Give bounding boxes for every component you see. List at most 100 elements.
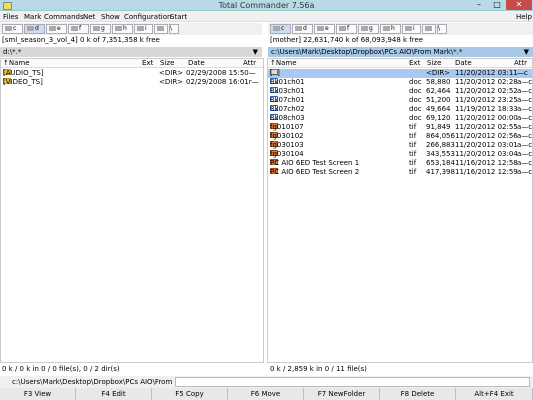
file-ext: doc [409, 105, 422, 113]
drive-icon [71, 26, 78, 31]
left-drive-d[interactable]: d [24, 24, 45, 34]
file-row[interactable]: fg010107 tif 91,849 11/20/2012 02:55 a—c [268, 123, 532, 132]
column-attr[interactable]: Attr [514, 59, 527, 67]
f3-view-button[interactable]: F3 View [0, 388, 76, 400]
file-name: fg030103 [270, 141, 304, 149]
file-name: PC AIO 6ED Test Screen 1 [270, 159, 360, 167]
right-root-button[interactable]: \ [437, 24, 447, 34]
file-ext: tif [409, 132, 417, 140]
file-row[interactable]: fg030104 tif 343,553 11/20/2012 03:04 a—c [268, 150, 532, 159]
file-row[interactable]: PC AIO 6ED Test Screen 1 tif 653,184 11/16/… [268, 159, 532, 168]
file-date: 11/20/2012 23:25 [455, 96, 518, 104]
right-drive-g[interactable]: g [358, 24, 379, 34]
right-drive-f[interactable]: f [336, 24, 357, 34]
file-row[interactable]: 8k03ch01 doc 62,464 11/20/2012 02:52 a—c [268, 87, 532, 96]
drive-icon [361, 26, 368, 31]
file-row[interactable]: 8k08ch03 doc 69,120 11/20/2012 00:00 a—c [268, 114, 532, 123]
column-name[interactable]: ↑Name [3, 59, 30, 67]
left-drive-e[interactable]: e [46, 24, 67, 34]
file-date: 11/20/2012 00:00 [455, 114, 518, 122]
f4-edit-button[interactable]: F4 Edit [76, 388, 152, 400]
file-size: 58,880 [426, 78, 451, 86]
file-size: 417,398 [426, 168, 455, 176]
menu-files[interactable]: Files [3, 13, 18, 21]
command-input[interactable] [175, 377, 530, 387]
close-button[interactable]: ✕ [506, 0, 532, 10]
menu-start[interactable]: Start [170, 13, 187, 21]
left-drive-c[interactable]: c [2, 24, 23, 34]
column-size[interactable]: Size [160, 59, 174, 67]
file-date: 11/20/2012 02:28 [455, 78, 518, 86]
drive-icon [137, 26, 144, 31]
file-name: 8k07ch01 [270, 96, 305, 104]
file-date: 11/20/2012 02:52 [455, 87, 518, 95]
left-root-button[interactable]: \ [169, 24, 179, 34]
f7-newfolder-button[interactable]: F7 NewFolder [304, 388, 380, 400]
column-ext[interactable]: Ext [142, 59, 153, 67]
f5-copy-button[interactable]: F5 Copy [152, 388, 228, 400]
file-ext: doc [409, 114, 422, 122]
alt-f4-exit-button[interactable]: Alt+F4 Exit [456, 388, 533, 400]
menu-mark[interactable]: Mark [24, 13, 41, 21]
minimize-button[interactable]: – [470, 0, 488, 10]
drive-icon [27, 26, 34, 31]
left-drive-bar: c d e f g h i \ [0, 23, 262, 35]
file-ext: doc [409, 87, 422, 95]
left-drive-g[interactable]: g [90, 24, 111, 34]
file-name: fg010107 [270, 123, 304, 131]
column-name[interactable]: ↑Name [270, 59, 297, 67]
left-drive-info: [sml_season_3_vol_4] 0 k of 7,351,358 k … [0, 36, 262, 46]
file-attr: a—c [517, 159, 533, 167]
menu-commands[interactable]: Commands [44, 13, 84, 21]
right-file-panel[interactable]: ↑Name Ext Size Date Attr [..] <DIR> 11/20/… [267, 58, 533, 363]
right-drive-e[interactable]: e [314, 24, 335, 34]
column-date[interactable]: Date [455, 59, 472, 67]
file-row[interactable]: [VIDEO_TS] <DIR> 02/29/2008 16:01r— [1, 78, 263, 87]
file-size: 864,056 [426, 132, 455, 140]
right-path-bar[interactable]: c:\Users\Mark\Desktop\Dropbox\PCs AIO\Fr… [268, 47, 533, 57]
file-ext: doc [409, 96, 422, 104]
left-drive-f[interactable]: f [68, 24, 89, 34]
left-file-panel[interactable]: ↑Name Ext Size Date Attr [AUDIO_TS] <DIR… [0, 58, 264, 363]
left-path-bar[interactable]: d:\*.* ▼ [0, 47, 262, 57]
file-row[interactable]: fg030103 tif 266,883 11/20/2012 03:01 a—c [268, 141, 532, 150]
menu-configuration[interactable]: Configuration [124, 13, 171, 21]
file-row[interactable]: 8k07ch01 doc 51,200 11/20/2012 23:25 a—c [268, 96, 532, 105]
left-column-header: ↑Name Ext Size Date Attr [1, 59, 263, 68]
column-ext[interactable]: Ext [409, 59, 420, 67]
right-drive-i[interactable]: i [402, 24, 421, 34]
file-row[interactable]: [AUDIO_TS] <DIR> 02/29/2008 15:50— [1, 69, 263, 78]
column-size[interactable]: Size [427, 59, 441, 67]
chevron-down-icon[interactable]: ▼ [253, 47, 258, 57]
right-network-drive[interactable] [422, 24, 436, 34]
file-row[interactable]: fg030102 tif 864,056 11/20/2012 02:56 a—c [268, 132, 532, 141]
left-network-drive[interactable] [154, 24, 168, 34]
maximize-button[interactable]: □ [488, 0, 506, 10]
file-row[interactable]: 8k01ch01 doc 58,880 11/20/2012 02:28 a—c [268, 78, 532, 87]
left-drive-i[interactable]: i [134, 24, 153, 34]
left-drive-h[interactable]: h [112, 24, 133, 34]
file-row[interactable]: 8k07ch02 doc 49,664 11/19/2012 18:33 a—c [268, 105, 532, 114]
file-name: fg030102 [270, 132, 304, 140]
file-attr: —c [517, 69, 528, 77]
file-date: 11/20/2012 02:55 [455, 123, 518, 131]
right-drive-h[interactable]: h [380, 24, 401, 34]
chevron-down-icon[interactable]: ▼ [524, 47, 529, 57]
file-size: 343,553 [426, 150, 455, 158]
file-name: 8k01ch01 [270, 78, 305, 86]
file-row[interactable]: [..] <DIR> 11/20/2012 03:11— —c [268, 69, 532, 78]
file-attr: a—c [517, 123, 533, 131]
column-attr[interactable]: Attr [243, 59, 256, 67]
f6-move-button[interactable]: F6 Move [228, 388, 304, 400]
file-row[interactable]: PC AIO 6ED Test Screen 2 tif 417,398 11/16/… [268, 168, 532, 177]
network-icon [425, 26, 432, 31]
right-drive-c[interactable]: c [270, 24, 291, 34]
menu-show[interactable]: Show [101, 13, 120, 21]
menu-help[interactable]: Help [516, 13, 532, 21]
column-date[interactable]: Date [188, 59, 205, 67]
file-attr: a—c [517, 132, 533, 140]
menu-net[interactable]: Net [83, 13, 95, 21]
drive-icon [49, 26, 56, 31]
f8-delete-button[interactable]: F8 Delete [380, 388, 456, 400]
right-drive-d[interactable]: d [292, 24, 313, 34]
